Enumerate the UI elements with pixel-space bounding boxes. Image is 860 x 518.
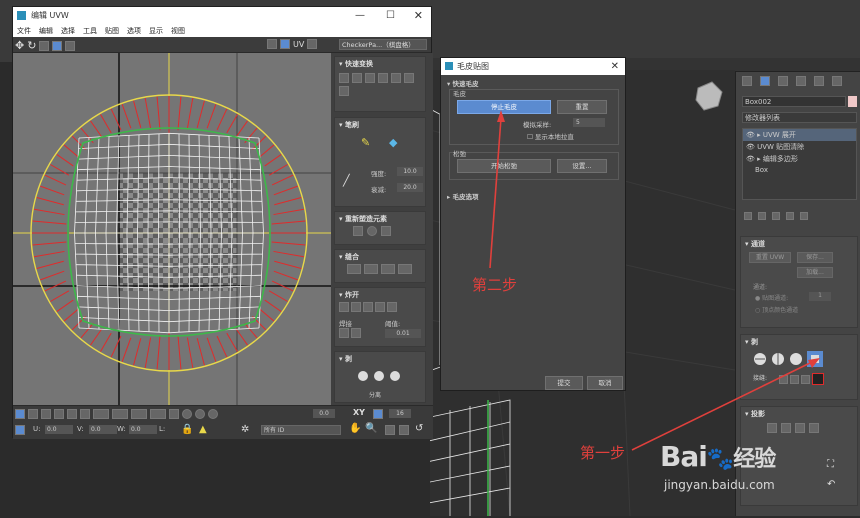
step2-annotation: 第二步 [472, 276, 518, 294]
watermark-url: jingyan.baidu.com [664, 478, 775, 492]
watermark-logo: Bai🐾经验 [660, 440, 776, 473]
step1-annotation: 第一步 [580, 444, 626, 462]
annotation-arrows [489, 110, 820, 451]
